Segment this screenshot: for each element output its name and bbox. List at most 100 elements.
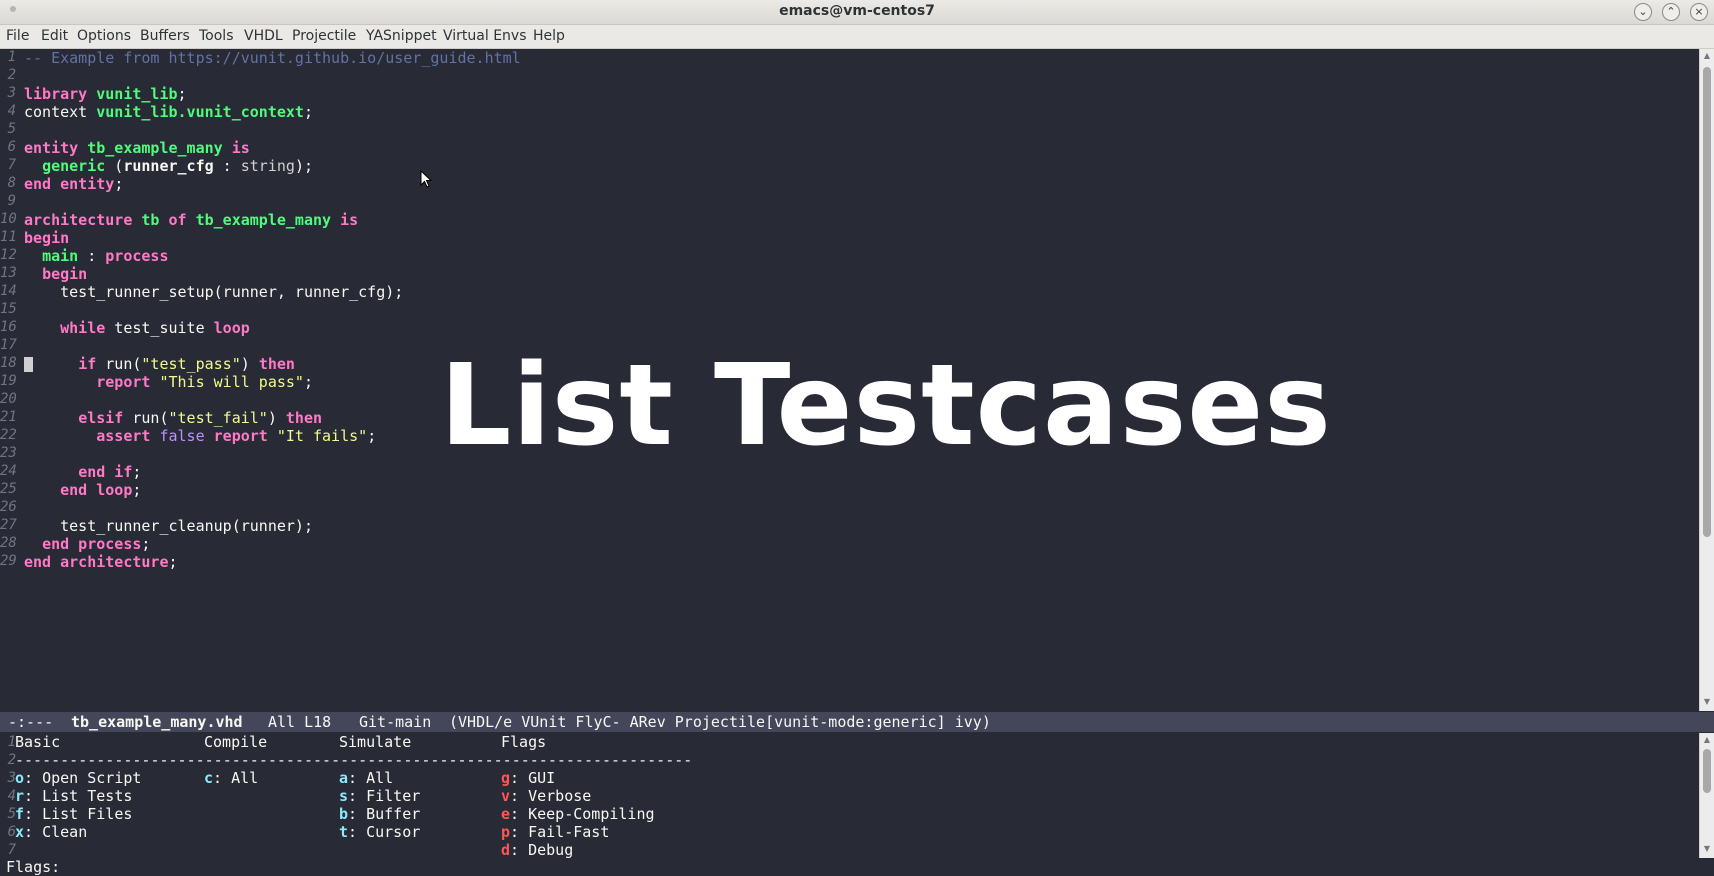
type-name: string: [240, 157, 295, 175]
line-number: 10: [0, 211, 17, 227]
keyword: process: [105, 247, 169, 265]
scroll-up-arrow-icon[interactable]: ▲: [1700, 51, 1714, 60]
code-line-18: if run("test_pass") then: [24, 355, 295, 373]
scroll-up-arrow-icon[interactable]: ▲: [1700, 735, 1714, 744]
window-title: emacs@vm-centos7: [779, 3, 935, 19]
menu-yasnippet[interactable]: YASnippet: [366, 28, 437, 44]
punctuation: ;: [367, 427, 377, 445]
menu-help[interactable]: Help: [533, 28, 565, 44]
hydra-flag-gui[interactable]: g: GUI: [501, 769, 555, 787]
menu-projectile[interactable]: Projectile: [292, 28, 356, 44]
line-number: 18: [0, 355, 17, 371]
line-number: 2: [7, 67, 16, 83]
menu-options[interactable]: Options: [77, 28, 131, 44]
code-line-1: -- Example from https://vunit.github.io/…: [24, 49, 521, 67]
hydra-item-list-files[interactable]: f: List Files: [15, 805, 132, 823]
code-line-7: generic (runner_cfg : string);: [24, 157, 313, 175]
line-number: 17: [0, 337, 17, 353]
hydra-item-clean[interactable]: x: Clean: [15, 823, 87, 841]
line-number: 6: [7, 139, 16, 155]
column-header-flags: Flags: [501, 733, 547, 751]
mode-line: -:--- tb_example_many.vhd All L18 Git-ma…: [0, 712, 1714, 732]
menu-file[interactable]: File: [6, 28, 29, 44]
punctuation: ): [267, 409, 286, 427]
column-header-basic: Basic: [15, 733, 61, 751]
line-number: 7: [7, 842, 16, 858]
menu-edit[interactable]: Edit: [41, 28, 68, 44]
hydra-label: : Buffer: [348, 805, 421, 823]
hydra-label: : GUI: [510, 769, 556, 787]
menu-vhdl[interactable]: VHDL: [244, 28, 283, 44]
keyword: architecture: [24, 211, 133, 229]
keyword: begin: [24, 229, 70, 247]
keyword: entity: [24, 139, 79, 157]
scroll-down-arrow-icon[interactable]: ▼: [1700, 844, 1714, 853]
hydra-flag-keep-compiling[interactable]: e: Keep-Compiling: [501, 805, 655, 823]
keyword: elsif: [78, 409, 124, 427]
punctuation: (: [105, 157, 124, 175]
line-number: 5: [7, 121, 16, 137]
punctuation: ;: [168, 553, 178, 571]
hydra-label: : Fail-Fast: [510, 823, 610, 841]
keyword: end architecture: [24, 553, 169, 571]
line-number: 4: [7, 788, 16, 804]
hydra-scrollbar[interactable]: ▲ ▼: [1699, 733, 1714, 858]
code-line-10: architecture tb of tb_example_many is: [24, 211, 358, 229]
buffer-name[interactable]: tb_example_many.vhd: [71, 713, 243, 731]
hydra-item-simulate-all[interactable]: a: All: [339, 769, 393, 787]
hydra-label: : Cursor: [348, 823, 421, 841]
mouse-pointer-icon: [420, 170, 432, 188]
window-titlebar: emacs@vm-centos7 ⌄ ⌃ ×: [0, 0, 1714, 25]
hydra-item-list-tests[interactable]: r: List Tests: [15, 787, 132, 805]
constant: false: [159, 427, 205, 445]
keyword: end if: [78, 463, 133, 481]
keyword: assert: [96, 427, 151, 445]
hydra-flag-debug[interactable]: d: Debug: [501, 841, 573, 859]
minibuffer[interactable]: Flags:: [0, 858, 1714, 876]
hydra-item-simulate-cursor[interactable]: t: Cursor: [339, 823, 420, 841]
hydra-item-simulate-buffer[interactable]: b: Buffer: [339, 805, 420, 823]
line-number: 8: [7, 175, 16, 191]
hydra-item-compile-all[interactable]: c: All: [204, 769, 258, 787]
code-line-4: context vunit_lib.vunit_context;: [24, 103, 313, 121]
hydra-item-open-script[interactable]: o: Open Script: [15, 769, 141, 787]
close-icon[interactable]: ×: [1690, 3, 1708, 21]
editor-scrollbar[interactable]: ▲ ▼: [1699, 49, 1714, 711]
keyword: of: [168, 211, 187, 229]
line-number: 11: [0, 229, 17, 245]
buffer-state: -:---: [8, 713, 54, 731]
hydra-label: : All: [348, 769, 394, 787]
hydra-label: : Verbose: [510, 787, 592, 805]
code-line-19: report "This will pass";: [24, 373, 313, 391]
minimize-icon[interactable]: ⌄: [1634, 3, 1652, 21]
line-number: 1: [7, 49, 16, 65]
identifier: runner_cfg: [123, 157, 214, 175]
keyword: then: [285, 409, 323, 427]
vc-branch[interactable]: Git-main: [359, 713, 431, 731]
hydra-flag-fail-fast[interactable]: p: Fail-Fast: [501, 823, 609, 841]
keyword: begin: [42, 265, 88, 283]
identifier: vunit_lib.vunit_context: [96, 103, 304, 121]
line-number: 13: [0, 265, 17, 281]
punctuation: ;: [177, 85, 187, 103]
hydra-label: : Debug: [510, 841, 574, 859]
statement-text: test_runner_cleanup(runner);: [60, 517, 313, 535]
keyword: end process: [42, 535, 142, 553]
hydra-key: e: [501, 805, 511, 823]
menu-buffers[interactable]: Buffers: [140, 28, 190, 44]
major-minor-modes[interactable]: (VHDL/e VUnit FlyC- ARev Projectile[vuni…: [449, 713, 991, 731]
identifier: vunit_lib: [96, 85, 178, 103]
code-line-29: end architecture;: [24, 553, 178, 571]
maximize-icon[interactable]: ⌃: [1662, 3, 1680, 21]
menu-virtual-envs[interactable]: Virtual Envs: [443, 28, 527, 44]
scroll-down-arrow-icon[interactable]: ▼: [1700, 697, 1714, 706]
hydra-key: s: [339, 787, 349, 805]
hydra-item-simulate-filter[interactable]: s: Filter: [339, 787, 420, 805]
comment-text: -- Example from https://vunit.github.io/…: [24, 49, 521, 67]
hydra-flag-verbose[interactable]: v: Verbose: [501, 787, 591, 805]
scrollbar-thumb[interactable]: [1703, 749, 1711, 793]
scrollbar-thumb[interactable]: [1703, 67, 1711, 537]
menu-tools[interactable]: Tools: [199, 28, 234, 44]
identifier: tb_example_many: [87, 139, 223, 157]
statement-text: run(: [96, 355, 142, 373]
